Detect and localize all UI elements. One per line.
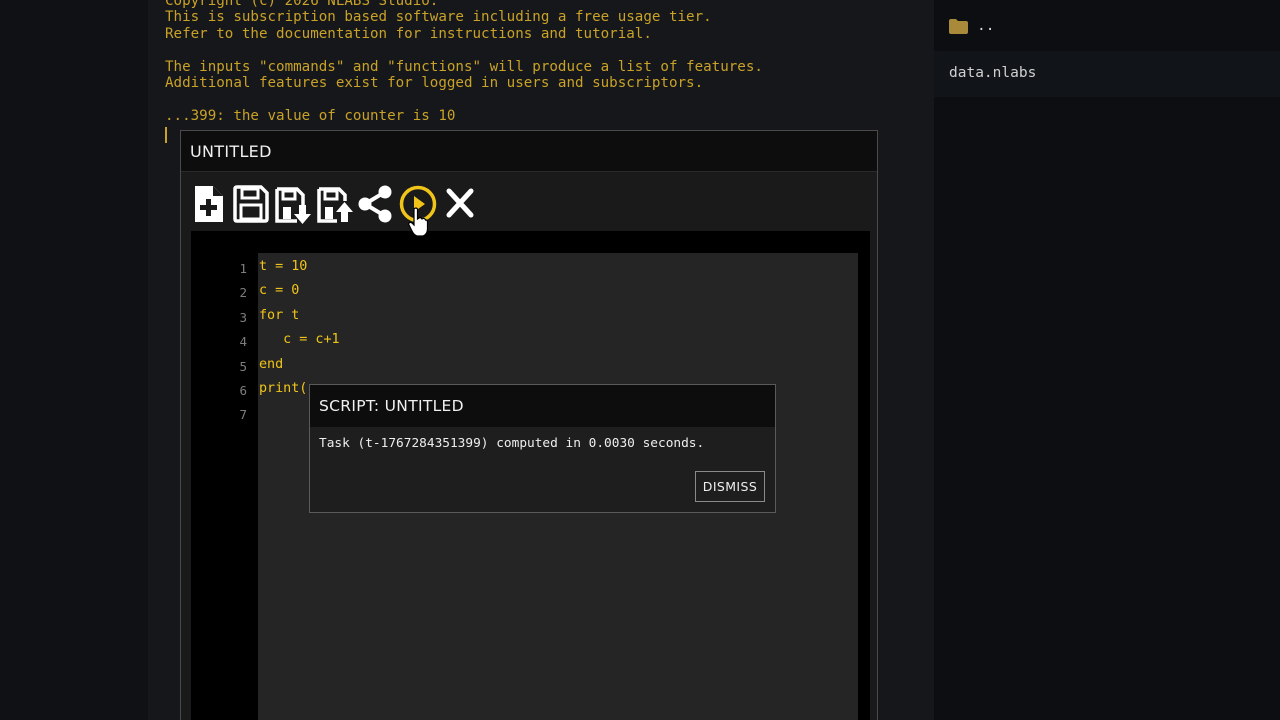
save-button[interactable]	[231, 183, 271, 225]
app-root: Copyright (c) 2026 NLABS Studio. This is…	[0, 0, 1280, 720]
share-icon	[358, 185, 392, 223]
line-number: 1	[239, 261, 247, 276]
code-line: t = 10	[259, 259, 308, 274]
line-number: 4	[239, 334, 247, 350]
console-line: Refer to the documentation for instructi…	[165, 25, 652, 42]
hand-pointer-icon	[408, 207, 428, 237]
script-result-dialog: SCRIPT: UNTITLED Task (t-1767284351399) …	[309, 384, 776, 513]
editor-titlebar[interactable]: UNTITLED	[181, 131, 877, 172]
left-gutter	[0, 0, 148, 720]
dismiss-button[interactable]: DISMISS	[695, 471, 765, 502]
line-number-gutter: 1 2 3 4 5 6 7	[211, 257, 247, 428]
file-item-data-nlabs[interactable]: data.nlabs	[934, 51, 1280, 97]
console-output: Copyright (c) 2026 NLABS Studio. This is…	[165, 0, 763, 124]
code-line: for t	[259, 307, 300, 323]
parent-directory-item[interactable]: ..	[934, 6, 1280, 48]
line-number: 6	[239, 382, 247, 398]
console-line: ...399: the value of counter is 10	[165, 107, 456, 124]
line-number: 7	[239, 407, 247, 423]
close-editor-button[interactable]	[439, 183, 479, 225]
editor-toolbar	[181, 172, 877, 230]
download-button[interactable]	[273, 183, 313, 225]
editor-title: UNTITLED	[190, 142, 272, 161]
upload-button[interactable]	[315, 183, 355, 225]
line-number: 2	[239, 285, 247, 301]
line-number: 5	[239, 358, 247, 374]
console-line: Copyright (c) 2026 NLABS Studio.	[165, 0, 439, 9]
line-number: 3	[239, 309, 247, 325]
save-icon	[233, 185, 269, 223]
folder-icon	[949, 19, 968, 34]
console-line: This is subscription based software incl…	[165, 9, 712, 26]
parent-directory-label: ..	[977, 18, 995, 34]
new-file-button[interactable]	[189, 183, 229, 225]
save-upload-icon	[317, 187, 353, 223]
console-line: The inputs "commands" and "functions" wi…	[165, 58, 763, 75]
console-input-caret[interactable]	[165, 127, 167, 143]
console-line: Additional features exist for logged in …	[165, 74, 704, 91]
new-file-icon	[195, 186, 223, 222]
dialog-message: Task (t-1767284351399) computed in 0.003…	[319, 436, 705, 451]
code-line: c = 0	[259, 283, 300, 299]
code-line: end	[259, 356, 284, 372]
file-browser-panel: .. data.nlabs	[934, 0, 1280, 720]
file-item-label: data.nlabs	[949, 65, 1037, 81]
dialog-title: SCRIPT: UNTITLED	[319, 397, 464, 415]
code-line: c = c+1	[259, 332, 340, 348]
dialog-header: SCRIPT: UNTITLED	[310, 385, 775, 427]
save-download-icon	[275, 187, 311, 224]
share-button[interactable]	[355, 183, 395, 225]
close-icon	[446, 188, 474, 218]
